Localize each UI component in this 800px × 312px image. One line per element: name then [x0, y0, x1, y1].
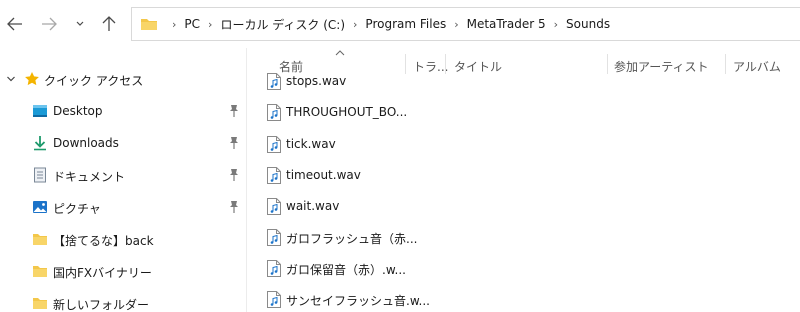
- folder-icon: [33, 298, 47, 309]
- sidebar-item-label: ピクチャ: [53, 202, 101, 216]
- pin-icon[interactable]: [228, 104, 240, 118]
- breadcrumb-program-files[interactable]: Program Files: [365, 17, 446, 31]
- address-bar[interactable]: › PC › ローカル ディスク (C:) › Program Files › …: [131, 7, 800, 41]
- file-name: stops.wav: [286, 74, 347, 88]
- pictures-icon: [33, 201, 47, 213]
- list-item[interactable]: stops.wav: [247, 66, 800, 97]
- chevron-down-icon: [7, 76, 15, 82]
- file-name: ガロフラッシュ音（赤...: [286, 232, 418, 246]
- back-button[interactable]: [4, 12, 26, 36]
- folder-icon: [33, 266, 47, 277]
- sidebar-item-documents[interactable]: ドキュメント: [0, 162, 246, 188]
- breadcrumb-sounds[interactable]: Sounds: [566, 17, 610, 31]
- audio-file-icon: [267, 291, 281, 308]
- pin-icon[interactable]: [228, 136, 240, 150]
- star-icon: [25, 72, 39, 86]
- list-item[interactable]: ガロ保留音（赤）.w...: [247, 253, 800, 284]
- file-list: stops.wav THROUGHOUT_BO... tick.wav time…: [247, 64, 800, 312]
- folder-icon: [141, 19, 157, 30]
- sort-ascending-icon: [335, 50, 345, 56]
- document-icon: [34, 167, 46, 183]
- breadcrumb-separator: ›: [208, 17, 213, 31]
- file-name: THROUGHOUT_BO...: [286, 105, 408, 119]
- breadcrumb-pc[interactable]: PC: [184, 17, 200, 31]
- audio-file-icon: [267, 136, 281, 153]
- file-name: timeout.wav: [286, 168, 361, 182]
- sidebar-item-label: Desktop: [53, 104, 103, 118]
- breadcrumb-metatrader[interactable]: MetaTrader 5: [467, 17, 546, 31]
- pin-icon[interactable]: [228, 168, 240, 182]
- audio-file-icon: [267, 229, 281, 246]
- file-name: tick.wav: [286, 137, 336, 151]
- sidebar-item-label: 新しいフォルダー: [53, 298, 150, 312]
- arrow-left-icon: [7, 17, 22, 31]
- up-button[interactable]: [98, 12, 120, 36]
- breadcrumb-separator: ›: [172, 17, 177, 31]
- arrow-up-icon: [102, 16, 116, 31]
- list-item[interactable]: tick.wav: [247, 129, 800, 160]
- list-item[interactable]: THROUGHOUT_BO...: [247, 97, 800, 128]
- breadcrumb-separator: ›: [353, 17, 358, 31]
- navigation-pane: クイック アクセス Desktop Downloads ドキュメント ピクチャ …: [0, 48, 246, 312]
- desktop-icon: [33, 105, 47, 117]
- list-item[interactable]: timeout.wav: [247, 160, 800, 191]
- sidebar-item-new-folder[interactable]: 新しいフォルダー: [0, 290, 246, 312]
- forward-button[interactable]: [38, 12, 60, 36]
- navigation-bar: › PC › ローカル ディスク (C:) › Program Files › …: [0, 0, 800, 48]
- audio-file-icon: [267, 73, 281, 90]
- download-icon: [34, 136, 46, 151]
- arrow-right-icon: [42, 17, 57, 31]
- audio-file-icon: [267, 167, 281, 184]
- folder-icon: [33, 234, 47, 245]
- sidebar-item-label: ドキュメント: [53, 170, 126, 184]
- breadcrumb-separator: ›: [553, 17, 559, 31]
- file-name: サンセイフラッシュ音.w...: [286, 294, 430, 308]
- audio-file-icon: [267, 198, 281, 215]
- breadcrumb-local-disk[interactable]: ローカル ディスク (C:): [220, 16, 345, 33]
- audio-file-icon: [267, 104, 281, 121]
- sidebar-item-folder-back[interactable]: 【捨てるな】back: [0, 226, 246, 252]
- list-item[interactable]: サンセイフラッシュ音.w...: [247, 284, 800, 312]
- file-name: ガロ保留音（赤）.w...: [286, 263, 406, 277]
- sidebar-item-desktop[interactable]: Desktop: [0, 98, 246, 124]
- file-name: wait.wav: [286, 199, 340, 213]
- sidebar-item-label: クイック アクセス: [44, 74, 144, 88]
- sidebar-item-label: 【捨てるな】back: [53, 234, 154, 248]
- chevron-down-icon: [76, 21, 84, 26]
- breadcrumb-separator: ›: [454, 17, 459, 31]
- sidebar-item-pictures[interactable]: ピクチャ: [0, 194, 246, 220]
- sidebar-item-quick-access[interactable]: クイック アクセス: [0, 66, 246, 92]
- recent-locations-button[interactable]: [72, 12, 88, 36]
- pin-icon[interactable]: [228, 200, 240, 214]
- audio-file-icon: [267, 260, 281, 277]
- sidebar-item-label: 国内FXバイナリー: [53, 266, 152, 280]
- sidebar-item-folder-fx-binary[interactable]: 国内FXバイナリー: [0, 258, 246, 284]
- list-item[interactable]: wait.wav: [247, 191, 800, 222]
- sidebar-item-label: Downloads: [53, 136, 119, 150]
- list-item[interactable]: ガロフラッシュ音（赤...: [247, 222, 800, 253]
- sidebar-item-downloads[interactable]: Downloads: [0, 130, 246, 156]
